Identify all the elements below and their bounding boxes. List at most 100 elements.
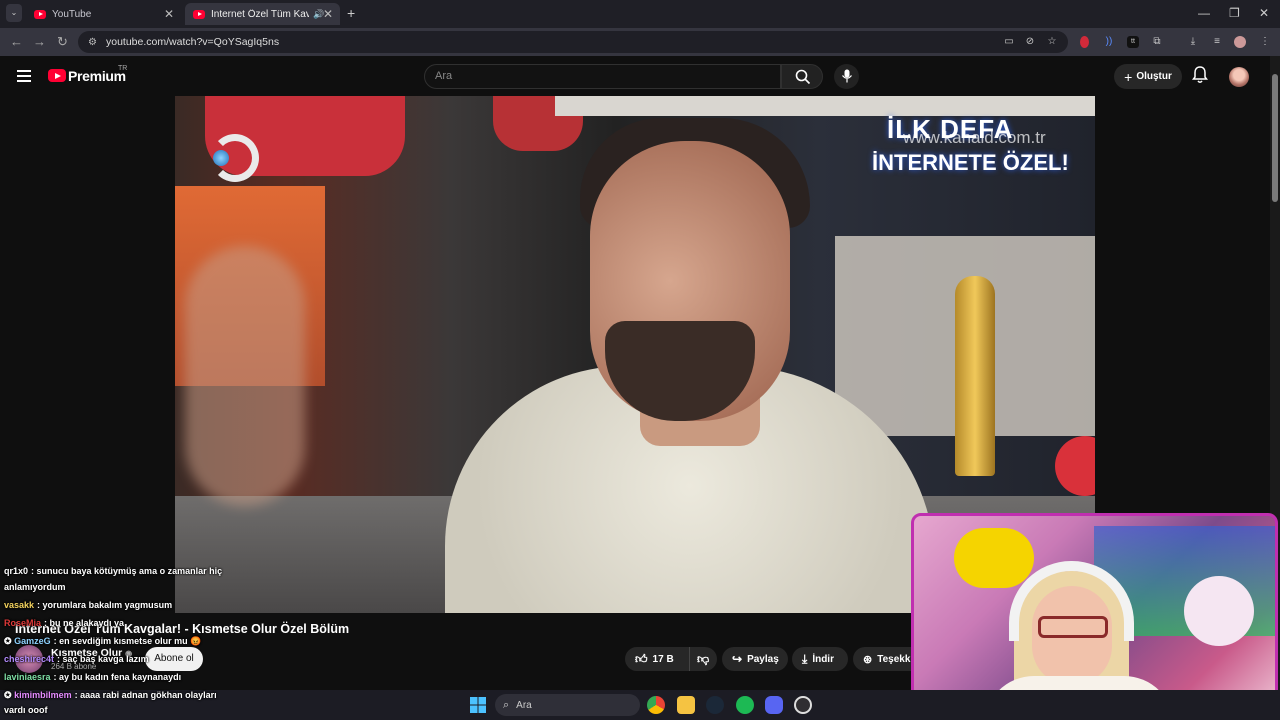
taskbar-search[interactable]: ⌕ Ara	[495, 694, 640, 716]
video-watermark: www.kanald.com.tr	[903, 128, 1046, 147]
chat-text: sunucu baya kötüymüş ama o zamanlar hiç	[36, 566, 223, 576]
tab-title: İnternet Özel Tüm Kavgalar!	[211, 8, 309, 20]
spotify-icon[interactable]	[736, 696, 754, 714]
webcam-unicorn-plush	[1184, 576, 1254, 646]
url-text: youtube.com/watch?v=QoYSagIq5ns	[106, 36, 280, 48]
microphone-icon	[842, 69, 852, 83]
chat-username: cheshirec4t	[4, 654, 55, 664]
browser-toolbar: ← → ↻ youtube.com/watch?v=QoYSagIq5ns ⚙ …	[0, 28, 1280, 56]
video-scene-trophy	[955, 276, 995, 476]
close-window-icon[interactable]: ✕	[1259, 6, 1269, 20]
webcam-plush	[954, 528, 1034, 588]
minimize-icon[interactable]: —	[1198, 6, 1210, 20]
subscribe-button[interactable]: Abone ol	[145, 647, 203, 671]
chat-message: ✪ GamzeG: en sevdiğim kısmetse olur mu 😡	[4, 636, 202, 646]
obs-icon[interactable]	[794, 696, 812, 714]
extensions-puzzle-icon[interactable]: ⧉	[1151, 36, 1163, 48]
extension-tt-icon[interactable]: tt	[1127, 36, 1139, 48]
maximize-icon[interactable]: ❐	[1229, 6, 1240, 20]
search-placeholder: Ara	[435, 70, 453, 82]
taskbar-search-placeholder: Ara	[516, 699, 532, 711]
video-scene-ball	[1055, 436, 1095, 496]
tab-list-dropdown[interactable]: ⌄	[6, 4, 22, 22]
chat-username: RoseMia	[4, 618, 42, 628]
steam-icon[interactable]	[706, 696, 724, 714]
forward-icon[interactable]: →	[33, 34, 46, 49]
chat-text: yorumlara bakalım yagmusum	[42, 600, 173, 610]
eye-off-icon[interactable]: ⊘	[1024, 36, 1036, 48]
search-button[interactable]	[781, 64, 823, 89]
chat-message: vasakk: yorumlara bakalım yagmusum	[4, 600, 173, 610]
download-label: İndir	[812, 653, 834, 665]
search-icon	[795, 69, 811, 85]
address-bar[interactable]: youtube.com/watch?v=QoYSagIq5ns	[78, 31, 1068, 53]
dislike-button[interactable]: 👎︎	[689, 647, 717, 671]
download-icon[interactable]: ⤓	[1187, 36, 1199, 48]
chat-username: laviniaesra	[4, 672, 51, 682]
channel-logo-globe-icon	[213, 150, 229, 166]
download-arrow-icon: ⤓	[802, 651, 808, 666]
bookmark-star-icon[interactable]: ☆	[1046, 36, 1058, 48]
webcam-glasses	[1038, 616, 1108, 638]
video-banner-line2: İNTERNETE ÖZEL!	[872, 150, 1069, 175]
tab-youtube[interactable]: YouTube ✕	[26, 3, 181, 25]
browser-tab-bar: ⌄ YouTube ✕ İnternet Özel Tüm Kavgalar! …	[0, 0, 1280, 28]
account-avatar[interactable]	[1229, 67, 1249, 87]
extension-red-icon[interactable]	[1080, 36, 1089, 48]
back-icon[interactable]: ←	[10, 34, 23, 49]
notifications-bell-icon[interactable]	[1192, 66, 1208, 84]
close-tab-icon[interactable]: ✕	[323, 7, 333, 21]
youtube-logo-icon[interactable]	[48, 69, 66, 82]
discord-icon[interactable]	[765, 696, 783, 714]
file-explorer-icon[interactable]	[677, 696, 695, 714]
windows-start-icon[interactable]	[470, 697, 486, 713]
streamer-webcam	[911, 513, 1278, 717]
scrollbar-thumb[interactable]	[1272, 74, 1278, 202]
create-button[interactable]: + Oluştur	[1114, 64, 1182, 89]
chat-badge-icon: ✪	[4, 690, 12, 700]
cast-icon[interactable]: ▭	[1003, 36, 1015, 48]
thanks-label: Teşekk	[877, 653, 911, 665]
chat-message: laviniaesra: ay bu kadın fena kaynanaydı	[4, 672, 182, 682]
chat-username: kimimbilmem	[14, 690, 72, 700]
chat-badge-icon: ✪	[4, 636, 12, 646]
thumbs-down-icon: 👎︎	[697, 651, 710, 666]
share-label: Paylaş	[747, 653, 779, 665]
youtube-favicon-icon	[34, 9, 46, 19]
menu-icon[interactable]	[17, 70, 31, 82]
chat-username: vasakk	[4, 600, 35, 610]
search-icon: ⌕	[503, 698, 510, 711]
download-button[interactable]: ⤓ İndir	[792, 647, 848, 671]
chat-username: qr1x0	[4, 566, 29, 576]
chat-message: ✪ kimimbilmem: aaaa rabi adnan gökhan ol…	[4, 690, 217, 700]
tab-title: YouTube	[52, 8, 92, 20]
chat-text: en sevdiğim kısmetse olur mu 😡	[59, 636, 202, 646]
chat-message: RoseMia: bu ne alakaydı ya	[4, 618, 125, 628]
chat-username: GamzeG	[14, 636, 51, 646]
reload-icon[interactable]: ↻	[57, 34, 68, 50]
dollar-heart-icon: ⊛	[863, 653, 873, 666]
search-input[interactable]: Ara	[424, 64, 781, 89]
chrome-icon[interactable]	[647, 696, 665, 714]
chat-message-continued: anlamıyordum	[4, 582, 66, 592]
thumbs-up-icon: 👍︎	[635, 651, 648, 666]
site-info-icon[interactable]: ⚙	[88, 37, 97, 48]
new-tab-button[interactable]: +	[347, 5, 355, 21]
youtube-header: Premium TR Ara + Oluştur	[0, 56, 1270, 96]
like-button[interactable]: 👍︎ 17 B	[625, 647, 689, 671]
extension-blue-icon[interactable]: ))	[1103, 36, 1115, 48]
tab-current-video[interactable]: İnternet Özel Tüm Kavgalar! 🔊 ✕	[185, 3, 340, 25]
chat-message-continued: vardı ooof	[4, 705, 48, 715]
close-tab-icon[interactable]: ✕	[164, 7, 174, 21]
like-count: 17 B	[652, 653, 674, 665]
profile-avatar[interactable]	[1234, 36, 1246, 48]
video-scene-board	[555, 96, 1095, 116]
share-button[interactable]: ↪ Paylaş	[722, 647, 788, 671]
create-label: Oluştur	[1136, 71, 1172, 82]
voice-search-button[interactable]	[834, 64, 859, 89]
reading-list-icon[interactable]: ≡	[1211, 36, 1223, 48]
plus-icon: +	[1124, 68, 1133, 85]
share-arrow-icon: ↪	[732, 652, 743, 666]
menu-kebab-icon[interactable]: ⋮	[1259, 36, 1271, 48]
video-scene-hand	[185, 246, 305, 506]
